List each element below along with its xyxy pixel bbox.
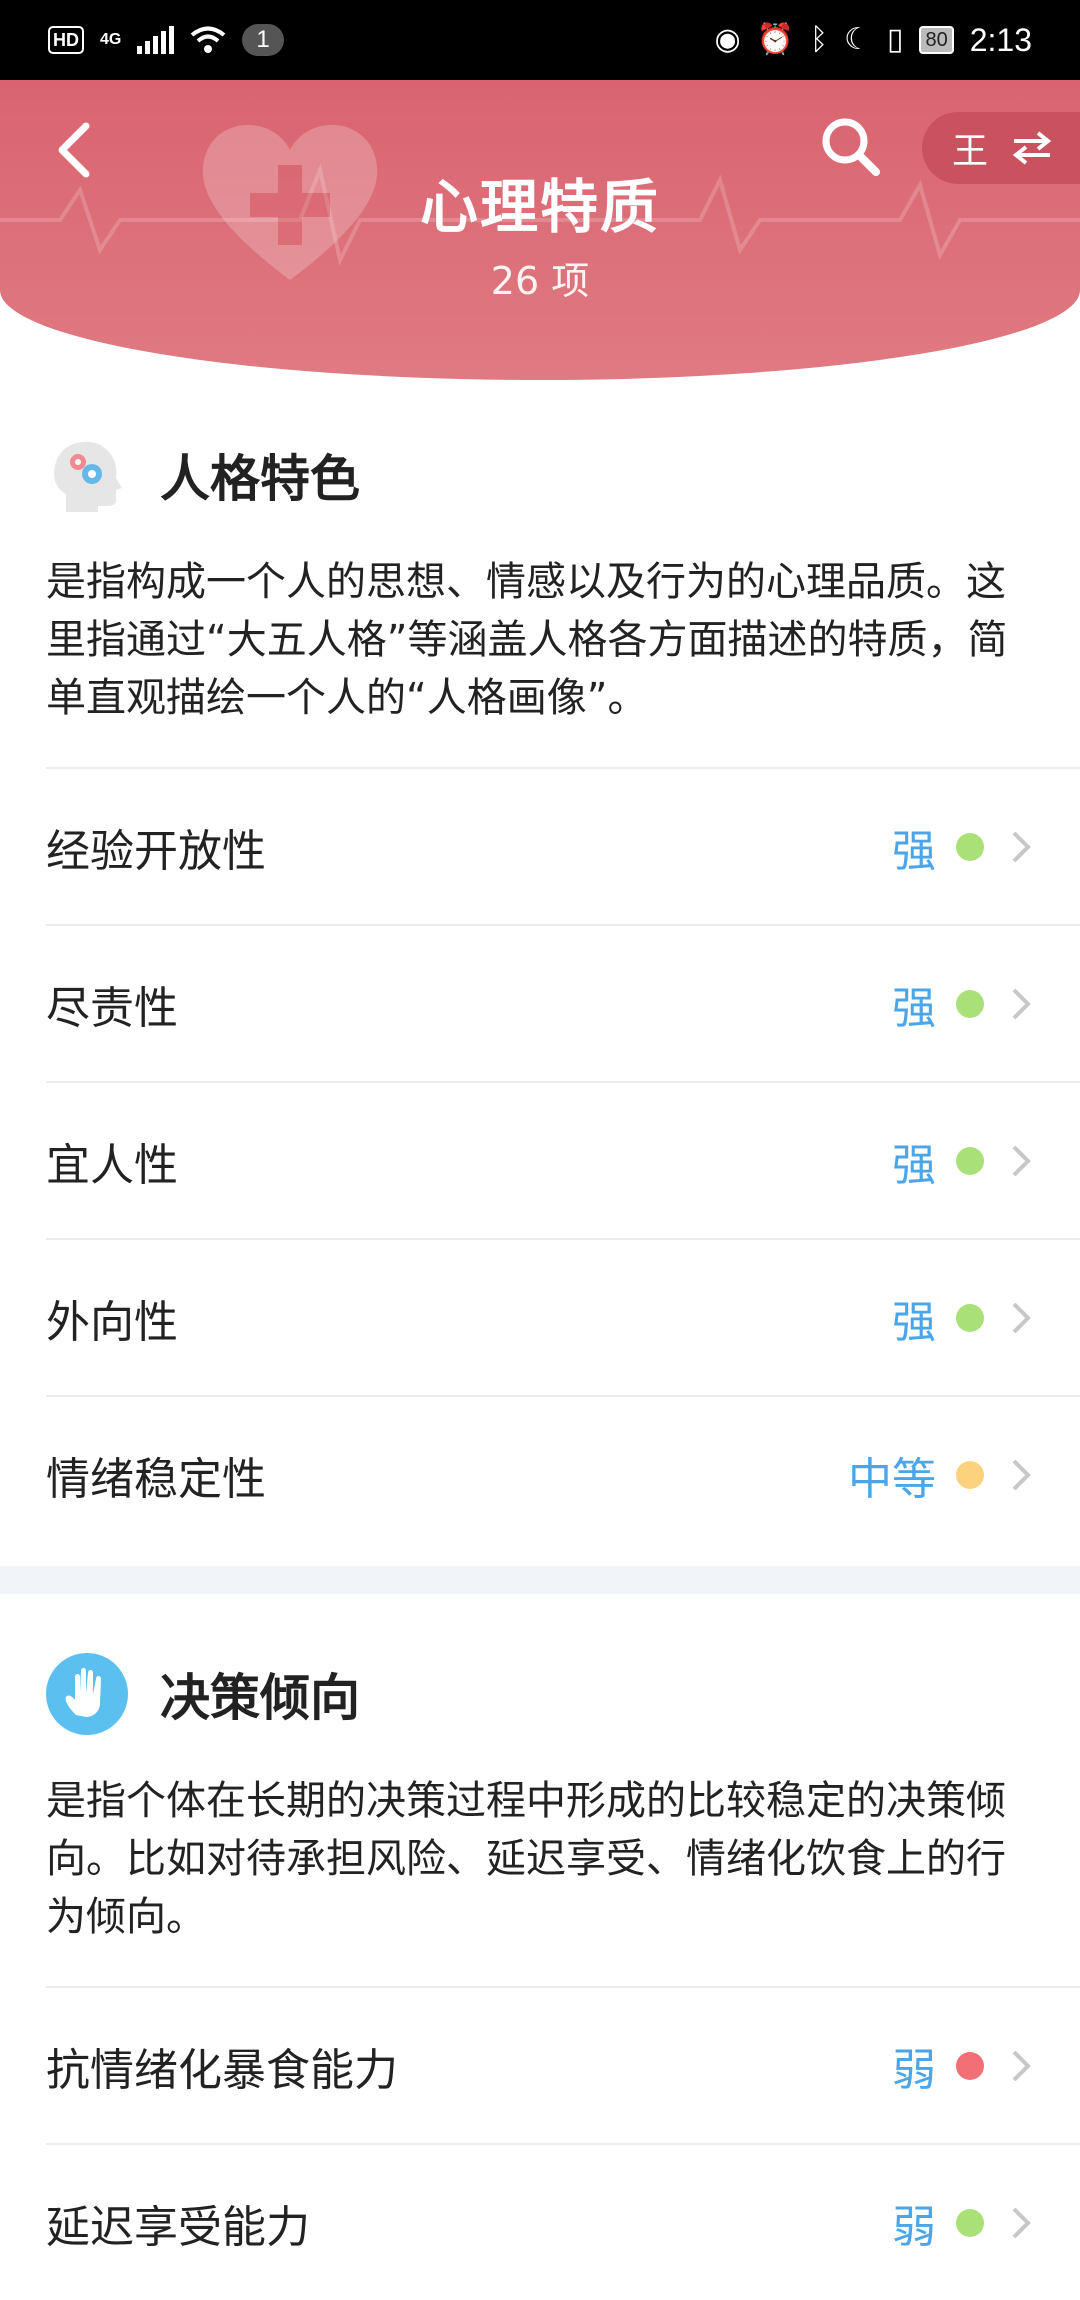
- trait-label: 经验开放性: [46, 825, 266, 877]
- battery-indicator: 80: [919, 26, 954, 54]
- trait-label: 尽责性: [46, 982, 178, 1034]
- trait-level: 弱: [892, 2201, 936, 2253]
- alarm-icon: ⏰: [756, 23, 795, 56]
- level-dot: [956, 1460, 984, 1489]
- hd-indicator: HD: [48, 26, 84, 54]
- chevron-right-icon: [1012, 831, 1031, 862]
- trait-label: 延迟享受能力: [46, 2201, 310, 2253]
- chevron-right-icon: [1012, 1145, 1031, 1176]
- list-item[interactable]: 抗情绪化暴食能力 弱: [46, 1988, 1080, 2145]
- vibrate-icon: ▯: [886, 23, 904, 56]
- trait-level: 强: [892, 982, 936, 1034]
- list-item[interactable]: 经验开放性 强: [46, 769, 1080, 926]
- signal-icon: [137, 26, 175, 54]
- list-item[interactable]: 延迟享受能力 弱: [46, 2145, 1080, 2300]
- trait-level: 弱: [892, 2044, 936, 2096]
- list-item[interactable]: 尽责性 强: [46, 926, 1080, 1083]
- trait-level: 强: [892, 825, 936, 877]
- bluetooth-icon: ᛒ: [810, 23, 829, 56]
- level-dot: [956, 989, 984, 1018]
- section-separator: [0, 1566, 1080, 1594]
- trait-level: 强: [892, 1139, 936, 1191]
- section-personality: 人格特色 是指构成一个人的思想、情感以及行为的心理品质。这里指通过“大五人格”等…: [0, 425, 1080, 1552]
- page-title: 心理特质: [419, 173, 660, 241]
- chevron-right-icon: [1012, 1302, 1031, 1333]
- head-gears-icon: [54, 441, 122, 512]
- hand-icon: [46, 1653, 128, 1735]
- wifi-icon: [191, 26, 226, 53]
- level-dot: [956, 832, 984, 861]
- chevron-right-icon: [1012, 988, 1031, 1019]
- trait-list: 抗情绪化暴食能力 弱 延迟享受能力 弱: [46, 1988, 1080, 2300]
- list-item[interactable]: 外向性 强: [46, 1240, 1080, 1397]
- level-dot: [956, 1303, 984, 1332]
- moon-icon: ☾: [844, 23, 871, 56]
- trait-label: 宜人性: [46, 1139, 178, 1191]
- trait-label: 外向性: [46, 1296, 178, 1348]
- section-description: 是指个体在长期的决策过程中形成的比较稳定的决策倾向。比如对待承担风险、延迟享受、…: [46, 1778, 1006, 1940]
- status-bar: HD 4G 1 ◉ ⏰ ᛒ ☾ ▯ 80 2:13: [0, 0, 1080, 80]
- trait-label: 情绪稳定性: [46, 1453, 266, 1505]
- chevron-right-icon: [1012, 2207, 1031, 2238]
- trait-list: 经验开放性 强 尽责性 强 宜人性 强 外向性 强 情绪稳定性 中等: [46, 769, 1080, 1552]
- section-title: 决策倾向: [160, 1669, 360, 1727]
- list-item[interactable]: 宜人性 强: [46, 1083, 1080, 1240]
- list-item[interactable]: 情绪稳定性 中等: [46, 1397, 1080, 1552]
- page-header: 王 心理特质 26 项: [0, 80, 1080, 380]
- section-title: 人格特色: [160, 450, 360, 508]
- chevron-right-icon: [1012, 2050, 1031, 2081]
- eye-icon: ◉: [714, 23, 741, 56]
- notification-count: 1: [242, 24, 284, 56]
- section-header: 决策倾向: [0, 1644, 1080, 1744]
- chevron-right-icon: [1012, 1459, 1031, 1490]
- level-dot: [956, 2208, 984, 2237]
- trait-level: 强: [892, 1296, 936, 1348]
- section-header: 人格特色: [0, 425, 1080, 525]
- network-type: 4G: [100, 31, 122, 48]
- item-count: 26 项: [490, 259, 590, 303]
- clock: 2:13: [969, 21, 1032, 58]
- section-decision: 决策倾向 是指个体在长期的决策过程中形成的比较稳定的决策倾向。比如对待承担风险、…: [0, 1644, 1080, 2300]
- level-dot: [956, 1146, 984, 1175]
- trait-label: 抗情绪化暴食能力: [46, 2044, 398, 2096]
- section-description: 是指构成一个人的思想、情感以及行为的心理品质。这里指通过“大五人格”等涵盖人格各…: [46, 559, 1008, 721]
- level-dot: [956, 2051, 984, 2080]
- trait-level: 中等: [848, 1453, 936, 1505]
